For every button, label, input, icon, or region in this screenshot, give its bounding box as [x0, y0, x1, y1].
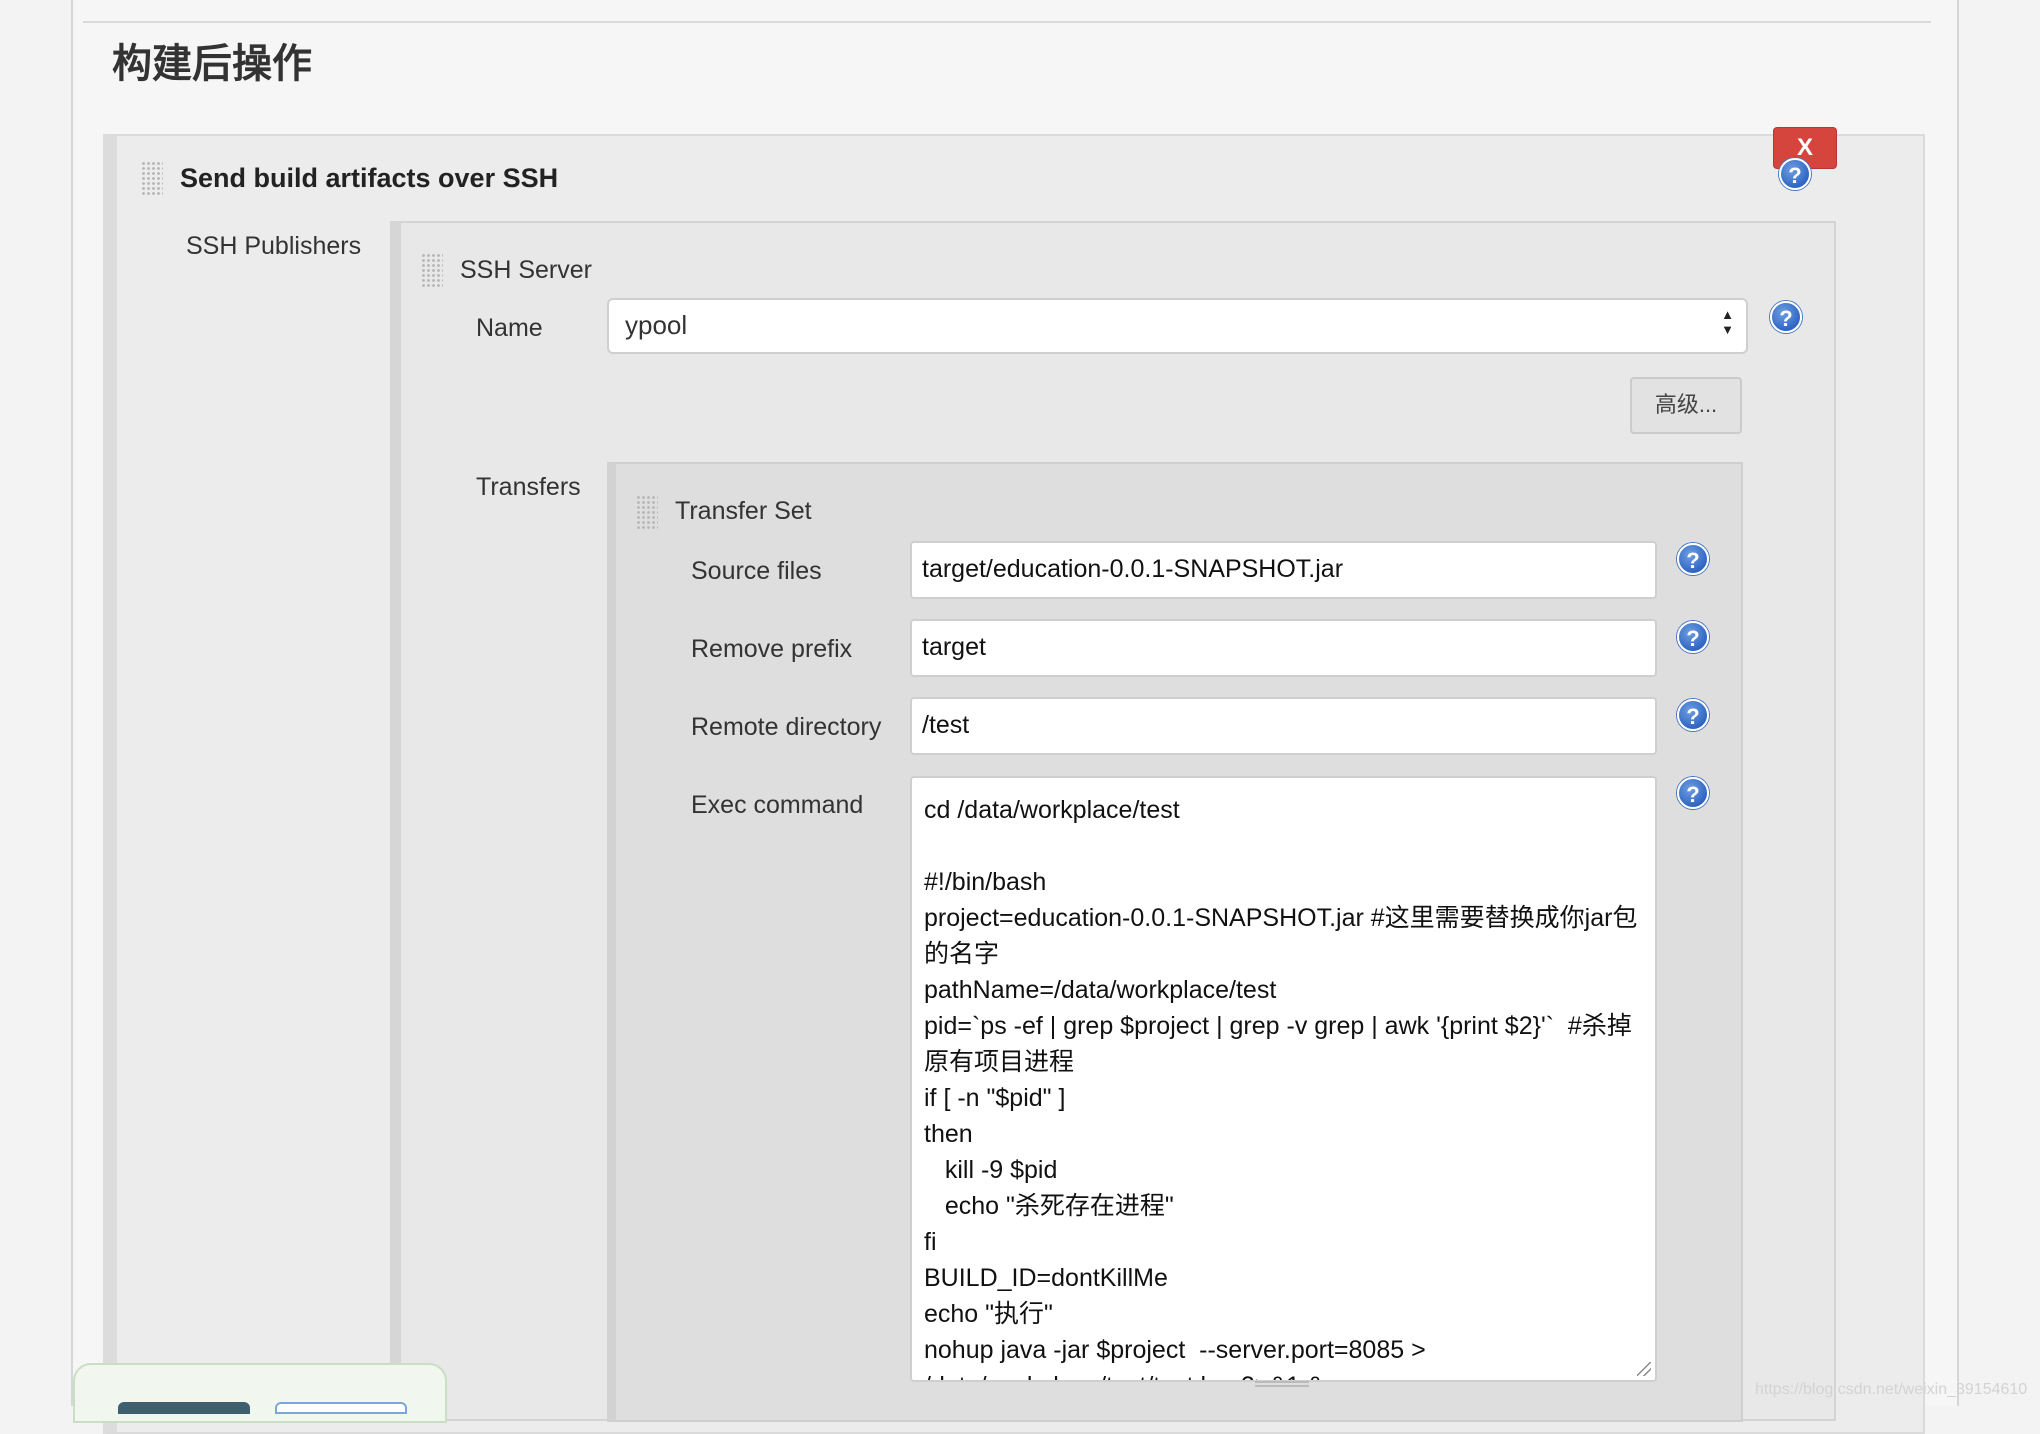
apply-button[interactable] — [275, 1402, 407, 1414]
bottom-toolbar — [73, 1363, 447, 1423]
help-icon[interactable]: ? — [1677, 621, 1709, 653]
transfers-label: Transfers — [476, 473, 581, 501]
exec-command-text: cd /data/workplace/test #!/bin/bash proj… — [924, 796, 1638, 1380]
section-title: 构建后操作 — [112, 42, 312, 86]
source-files-label: Source files — [691, 557, 822, 585]
divider — [83, 21, 1931, 23]
watermark: https://blog.csdn.net/weixin_39154610 — [1755, 1381, 2028, 1398]
help-icon[interactable]: ? — [1677, 777, 1709, 809]
select-arrows-icon: ▲ ▼ — [1721, 307, 1734, 337]
ssh-publishers-label: SSH Publishers — [186, 232, 362, 260]
advanced-button[interactable]: 高级... — [1630, 377, 1742, 434]
server-name-select[interactable]: ypool ▲ ▼ — [607, 298, 1748, 354]
help-icon[interactable]: ? — [1677, 543, 1709, 575]
drag-handle-icon[interactable] — [636, 495, 658, 529]
help-icon[interactable]: ? — [1779, 158, 1811, 190]
ssh-server-title: SSH Server — [460, 256, 592, 284]
remote-directory-label: Remote directory — [691, 713, 882, 741]
name-label: Name — [476, 314, 543, 342]
server-name-value: ypool — [625, 310, 688, 340]
remote-directory-input[interactable]: /test — [910, 697, 1657, 755]
drag-handle-icon[interactable] — [141, 161, 163, 195]
transfer-set-title: Transfer Set — [675, 497, 812, 525]
textarea-drag-handle[interactable] — [1255, 1381, 1309, 1387]
publisher-title: Send build artifacts over SSH — [180, 163, 559, 193]
remove-prefix-input[interactable]: target — [910, 619, 1657, 677]
resize-handle-icon[interactable] — [1637, 1362, 1651, 1376]
source-files-input[interactable]: target/education-0.0.1-SNAPSHOT.jar — [910, 541, 1657, 599]
save-button[interactable] — [118, 1402, 250, 1414]
remove-prefix-label: Remove prefix — [691, 635, 853, 663]
help-icon[interactable]: ? — [1677, 699, 1709, 731]
exec-command-textarea[interactable]: cd /data/workplace/test #!/bin/bash proj… — [910, 776, 1657, 1382]
help-icon[interactable]: ? — [1770, 301, 1802, 333]
exec-command-label: Exec command — [691, 791, 864, 819]
drag-handle-icon[interactable] — [421, 253, 443, 287]
